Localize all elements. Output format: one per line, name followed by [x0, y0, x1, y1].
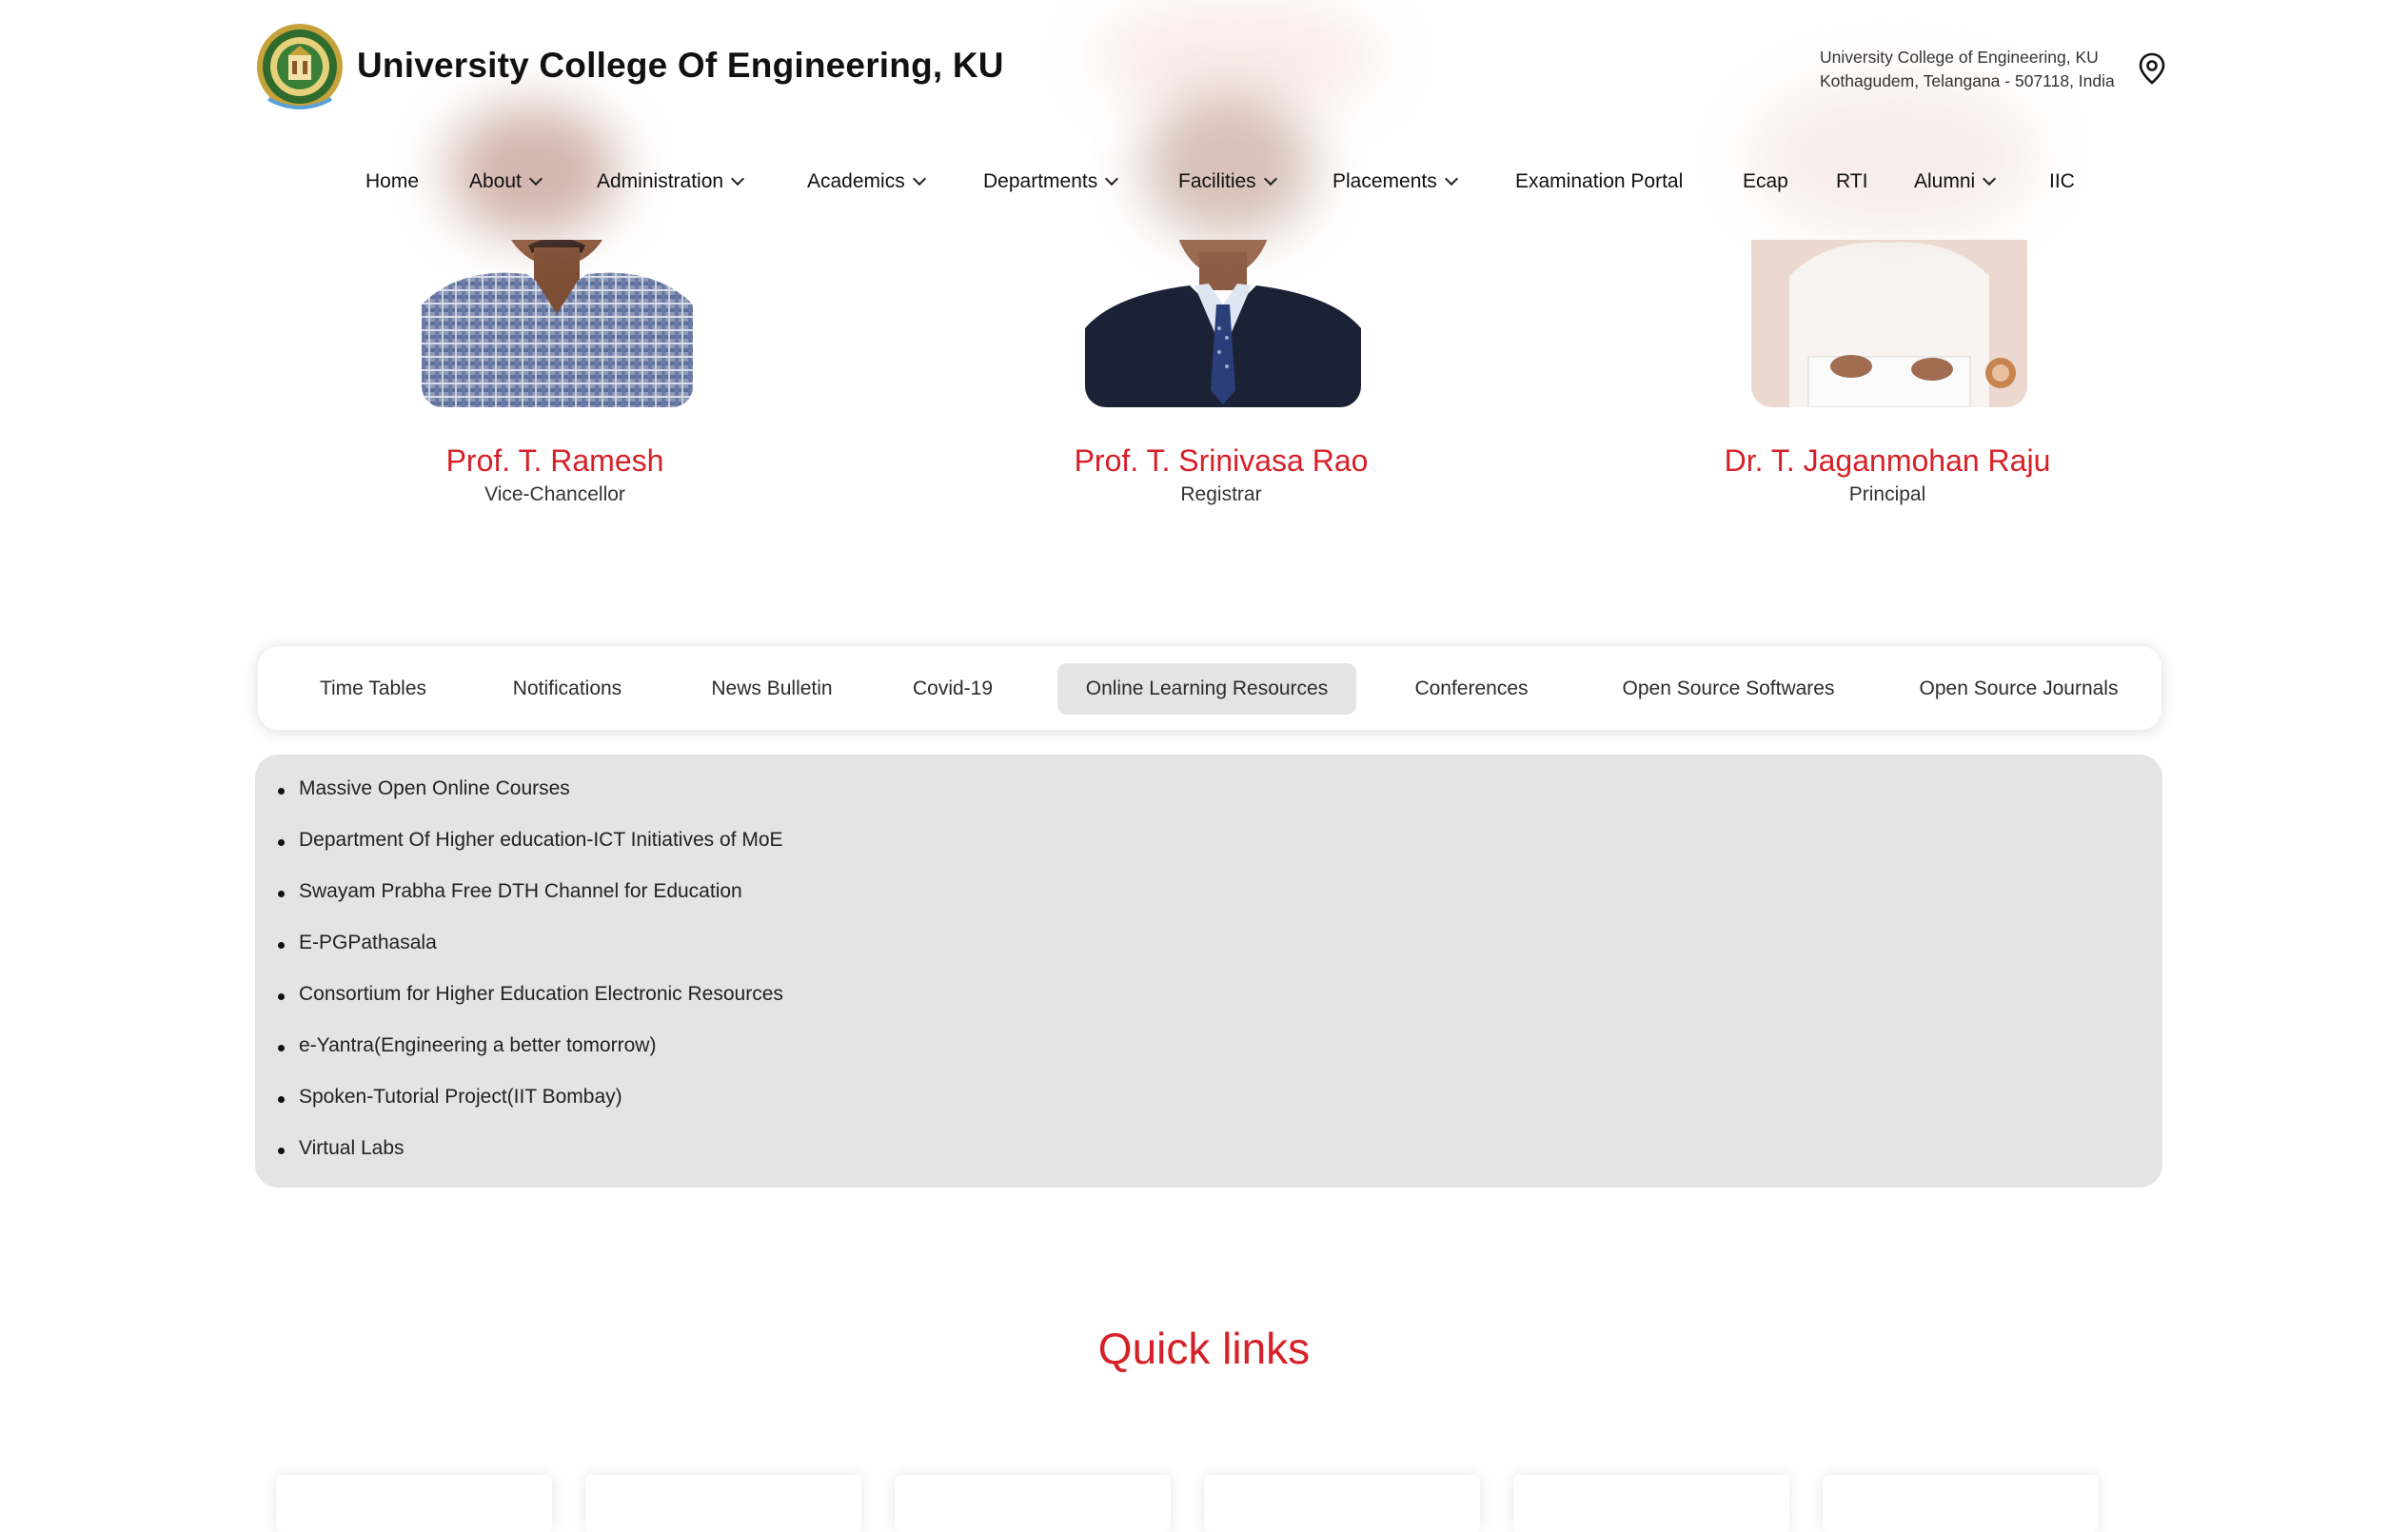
quick-links-title: Quick links — [1097, 1324, 1311, 1373]
tab-online-learning-resources[interactable]: Online Learning Resources — [1057, 663, 1356, 715]
location-pin-icon[interactable] — [2138, 52, 2166, 85]
tab-time-tables[interactable]: Time Tables — [283, 663, 464, 715]
chevron-down-icon — [1444, 171, 1458, 187]
tab-open-source-journals[interactable]: Open Source Journals — [1895, 663, 2142, 715]
nav-label: Ecap — [1743, 170, 1788, 192]
nav-label: Placements — [1332, 170, 1437, 192]
quick-link-card[interactable] — [1513, 1475, 1789, 1532]
address-line: Kothagudem, Telangana - 507118, India — [1820, 71, 2115, 90]
resource-link[interactable]: Spoken-Tutorial Project(IIT Bombay) — [278, 1086, 622, 1109]
leader-name: Prof. T. Ramesh — [445, 443, 664, 478]
nav-label: Academics — [807, 170, 905, 192]
leader-role: Vice-Chancellor — [484, 483, 625, 505]
chevron-down-icon — [528, 171, 543, 187]
site-header: University College Of Engineering, KU Un… — [0, 0, 2408, 240]
resource-link[interactable]: e-Yantra(Engineering a better tomorrow) — [277, 1034, 656, 1057]
resource-tabs: Time Tables Notifications News Bulletin … — [257, 645, 2162, 731]
resource-link[interactable]: Virtual Labs — [278, 1137, 405, 1160]
online-resources-panel: Massive Open Online Courses Department O… — [255, 755, 2162, 1188]
leader-role: Registrar — [1180, 483, 1262, 505]
leader-name: Dr. T. Jaganmohan Raju — [1724, 443, 2051, 478]
tab-conferences[interactable]: Conferences — [1391, 663, 1552, 715]
quick-link-card[interactable] — [585, 1475, 861, 1532]
resource-link[interactable]: Swayam Prabha Free DTH Channel for Educa… — [278, 880, 742, 903]
nav-label: Alumni — [1914, 170, 1976, 192]
header-blur-decoration — [1751, 76, 2037, 238]
nav-rti[interactable]: RTI — [1836, 167, 1867, 196]
tab-news-bulletin[interactable]: News Bulletin — [677, 663, 867, 715]
resource-link[interactable]: Consortium for Higher Education Electron… — [278, 983, 783, 1006]
address-line: University College of Engineering, KU — [1820, 48, 2099, 67]
tab-label: Covid-19 — [912, 678, 994, 699]
nav-iic[interactable]: IIC — [2049, 167, 2075, 196]
quick-link-card[interactable] — [1823, 1475, 2099, 1532]
leader-name: Prof. T. Srinivasa Rao — [1074, 443, 1369, 478]
nav-label: IIC — [2049, 170, 2075, 192]
nav-academics[interactable]: Academics — [807, 167, 926, 196]
nav-label: About — [469, 170, 522, 192]
chevron-down-icon — [912, 171, 926, 187]
nav-examination-portal[interactable]: Examination Portal — [1515, 167, 1683, 196]
tab-label: Notifications — [512, 678, 622, 699]
quick-link-card[interactable] — [895, 1475, 1171, 1532]
leader-role: Principal — [1848, 483, 1926, 505]
nav-ecap[interactable]: Ecap — [1743, 167, 1788, 196]
nav-label: Home — [365, 170, 420, 192]
nav-administration[interactable]: Administration — [597, 167, 745, 196]
nav-alumni[interactable]: Alumni — [1914, 167, 1997, 196]
main-nav: Home About Administration Academics Depa… — [0, 167, 2408, 202]
chevron-down-icon — [1105, 171, 1119, 187]
nav-label: Examination Portal — [1515, 170, 1684, 192]
quick-link-card[interactable] — [1204, 1475, 1480, 1532]
tab-label: Open Source Softwares — [1622, 678, 1835, 699]
nav-label: RTI — [1836, 170, 1868, 192]
header-blur-decoration — [1142, 95, 1313, 238]
nav-facilities[interactable]: Facilities — [1178, 167, 1277, 196]
nav-label: Departments — [983, 170, 1098, 192]
resource-link[interactable]: Department Of Higher education-ICT Initi… — [278, 829, 783, 852]
university-seal-logo[interactable] — [255, 21, 345, 114]
quick-link-card[interactable] — [276, 1475, 552, 1532]
tab-label: Online Learning Resources — [1085, 678, 1329, 699]
nav-label: Administration — [597, 170, 724, 192]
tab-covid-19[interactable]: Covid-19 — [886, 663, 1019, 715]
nav-placements[interactable]: Placements — [1332, 167, 1458, 196]
nav-home[interactable]: Home — [365, 167, 419, 196]
header-address: University College of Engineering, KU Ko… — [1820, 46, 2143, 93]
nav-label: Facilities — [1178, 170, 1256, 192]
resource-link[interactable]: Massive Open Online Courses — [278, 777, 570, 800]
chevron-down-icon — [730, 171, 745, 187]
tab-open-source-softwares[interactable]: Open Source Softwares — [1586, 663, 1871, 715]
chevron-down-icon — [1263, 171, 1277, 187]
tab-label: Time Tables — [319, 678, 427, 699]
chevron-down-icon — [1983, 171, 1997, 187]
site-title[interactable]: University College Of Engineering, KU — [357, 46, 1004, 86]
tab-label: News Bulletin — [711, 678, 833, 699]
tab-label: Open Source Journals — [1919, 678, 2119, 699]
nav-departments[interactable]: Departments — [983, 167, 1119, 196]
nav-about[interactable]: About — [469, 167, 543, 196]
tab-notifications[interactable]: Notifications — [477, 663, 658, 715]
tab-label: Conferences — [1414, 678, 1529, 699]
resource-link[interactable]: E-PGPathasala — [278, 932, 437, 954]
